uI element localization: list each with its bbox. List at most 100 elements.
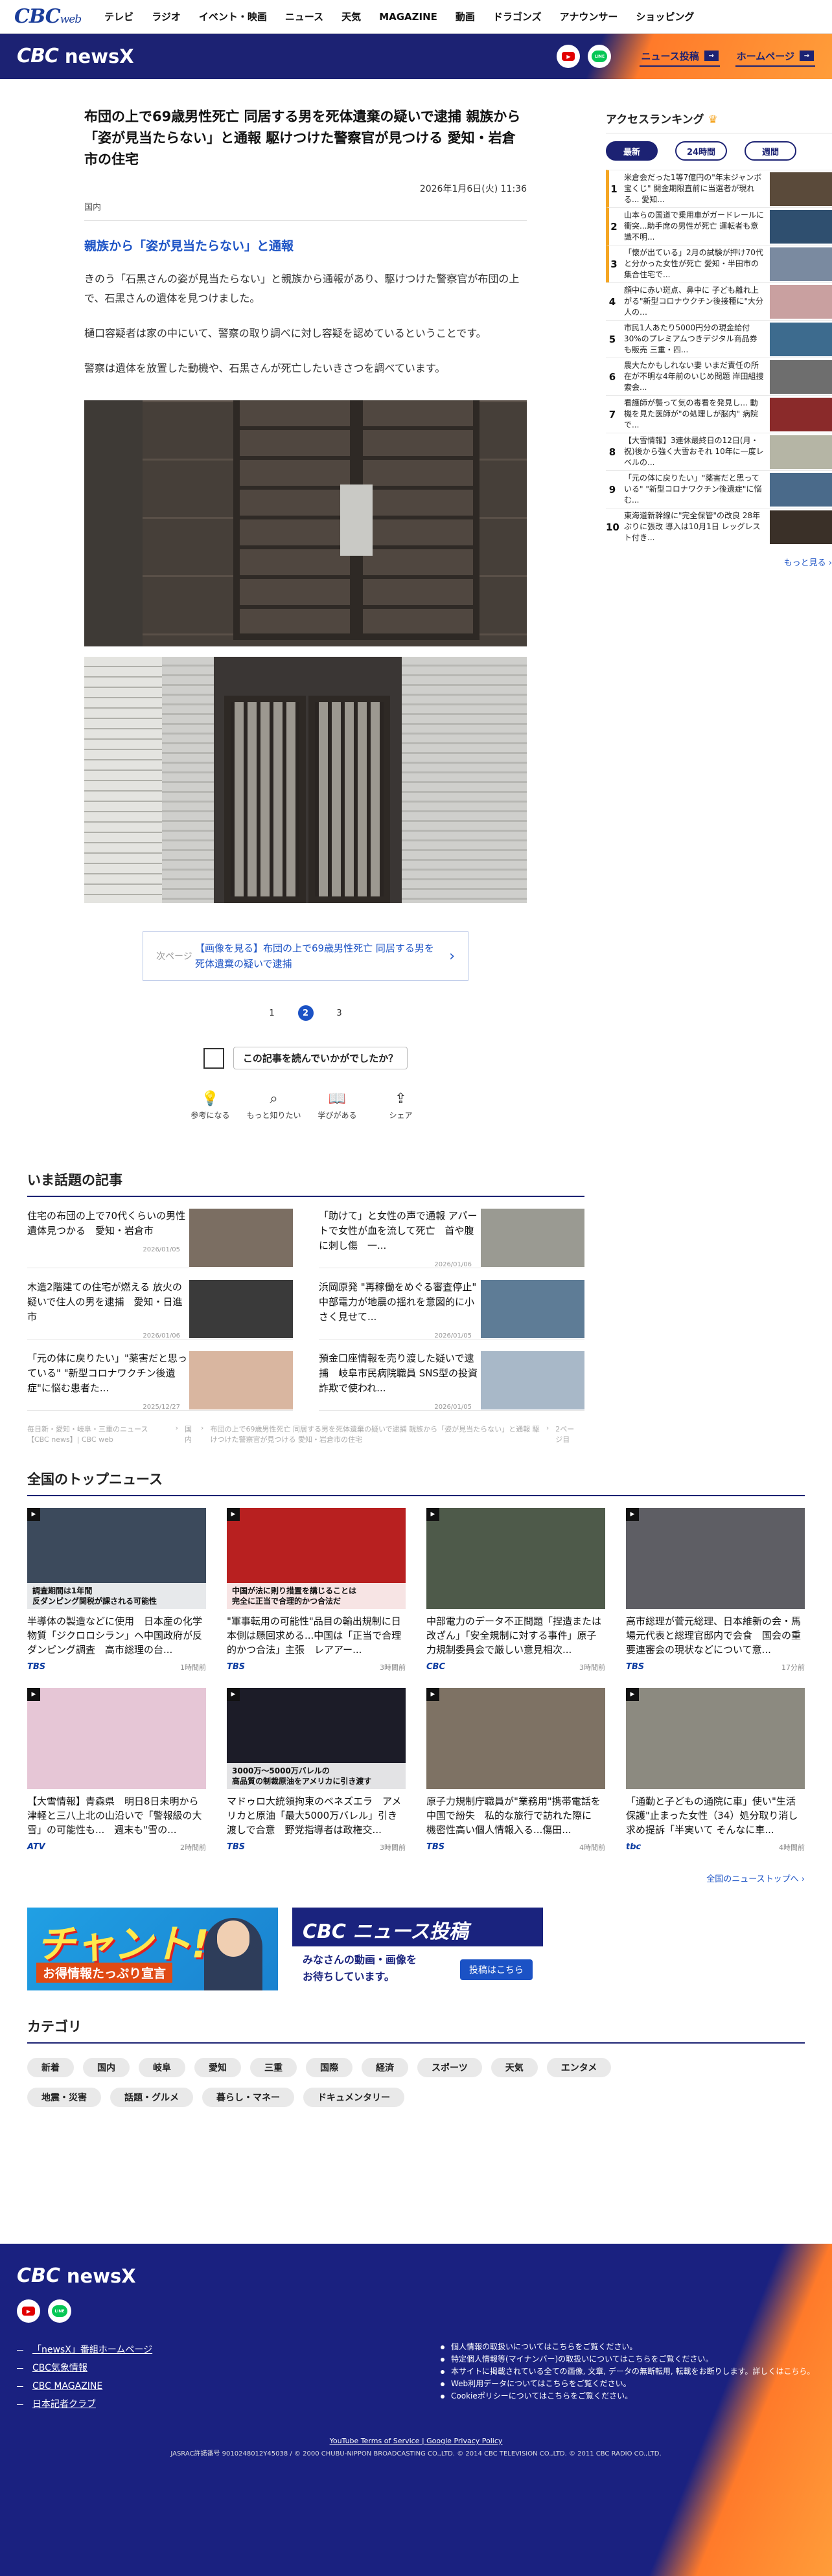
news-thumbnail: ▶ 3000万〜5000万バレルの 高品質の制裁原油をアメリカに引き渡す	[227, 1688, 406, 1789]
youtube-icon[interactable]: ▶	[17, 2299, 40, 2323]
news-post-banner[interactable]: CBC ニュース投稿 みなさんの動画・画像を お待ちしています。 投稿はこちら	[292, 1908, 543, 1990]
ranking-tab-latest[interactable]: 最新	[606, 141, 658, 161]
trending-article[interactable]: 預金口座情報を売り渡した疑いで逮捕 岐阜市民病院職員 SNS型の投資詐欺で使われ…	[319, 1339, 584, 1411]
ranking-item[interactable]: 3 「懐が出ている」2月の試験が押け70代と分かった女性が死亡 愛知・半田市の集合…	[606, 245, 832, 282]
nav-dragons[interactable]: ドラゴンズ	[493, 10, 542, 23]
footer-link[interactable]: CBC気象情報	[17, 2359, 152, 2377]
ranking-item[interactable]: 4 顔中に赤い斑点、鼻中に 子ども離れ上がる"新型コロナウクチン後接種に"大分人の…	[606, 282, 832, 320]
nav-video[interactable]: 動画	[456, 10, 475, 23]
trending-article[interactable]: 浜岡原発 "再稼働をめぐる審査停止" 中部電力が地震の揺れを意図的に小さく見せて…	[319, 1268, 584, 1339]
ranking-tab-weekly[interactable]: 週間	[745, 141, 796, 161]
footer-link[interactable]: 日本記者クラブ	[17, 2395, 152, 2413]
policy-link[interactable]: 本サイトに掲載されている全ての画像, 文章, データの無断転用, 転載をお断りし…	[441, 2365, 815, 2378]
ranking-item[interactable]: 8 【大雪情報】3連休最終日の12日(月・祝)後から強く大雪おそれ 10年に一度レ…	[606, 433, 832, 470]
category-chip[interactable]: スポーツ	[417, 2058, 482, 2077]
page-link[interactable]: 3	[332, 1005, 347, 1021]
policy-link[interactable]: Cookieポリシーについてはこちらをご覧ください。	[441, 2390, 815, 2402]
ranking-item[interactable]: 7 看護師が襲って気の毒看を発見し... 動機を見た医師が"の処理しが脳内" 病院…	[606, 395, 832, 433]
ranking-tab-24h[interactable]: 24時間	[675, 141, 727, 161]
reaction-helpful-button[interactable]: 💡 参考になる	[179, 1088, 242, 1121]
policy-link[interactable]: 特定個人情報等(マイナンバー)の取扱いについてはこちらをご覧ください。	[441, 2353, 815, 2365]
thumbnail-caption: 中国が法に則り措置を講じることは 完全に正当で合理的かつ合法だ	[227, 1583, 406, 1609]
news-title: 原子力規制庁職員が"業務用"携帯電話を中国で紛失 私的な旅行で訪れた際に 機密性…	[426, 1795, 602, 1836]
news-title: 半導体の製造などに使用 日本産の化学物質「ジクロロシラン」へ中国政府が反ダンピン…	[27, 1615, 203, 1656]
article-category[interactable]: 国内	[84, 200, 527, 221]
category-chip[interactable]: 愛知	[194, 2058, 241, 2077]
footer-link[interactable]: 「newsX」番組ホームページ	[17, 2341, 152, 2359]
ranking-thumbnail	[770, 247, 832, 281]
ranking-thumbnail	[770, 172, 832, 206]
category-chip[interactable]: エンタメ	[546, 2058, 612, 2077]
cbc-web-logo[interactable]: CBCweb	[14, 5, 82, 28]
share-button[interactable]: ⇪ シェア	[369, 1088, 433, 1121]
category-chip[interactable]: 新着	[27, 2058, 74, 2077]
line-icon[interactable]: LINE	[48, 2299, 71, 2323]
category-chip[interactable]: 国内	[83, 2058, 130, 2077]
category-chip[interactable]: 岐阜	[139, 2058, 185, 2077]
category-chip[interactable]: 天気	[491, 2058, 538, 2077]
category-chip[interactable]: ドキュメンタリー	[303, 2088, 404, 2107]
national-news-card[interactable]: ▶ 原子力規制庁職員が"業務用"携帯電話を中国で紛失 私的な旅行で訪れた際に 機密…	[426, 1688, 605, 1852]
category-chip[interactable]: 国際	[306, 2058, 352, 2077]
policy-link[interactable]: Web利用データについてはこちらをご覧ください。	[441, 2378, 815, 2390]
category-chip[interactable]: 暮らし・マネー	[202, 2088, 294, 2107]
news-post-button[interactable]: ニュース投稿 →	[640, 47, 720, 67]
nav-tv[interactable]: テレビ	[104, 10, 133, 23]
nav-announcer[interactable]: アナウンサー	[560, 10, 618, 23]
national-news-card[interactable]: ▶ 高市総理が菅元総理、日本維新の会・馬場元代表と総理官邸内で会食 国会の重要連審…	[626, 1508, 805, 1672]
nav-magazine[interactable]: MAGAZINE	[379, 11, 437, 23]
youtube-icon[interactable]: ▶	[557, 45, 581, 68]
national-news-card[interactable]: ▶ 【大雪情報】青森県 明日8日未明から津軽と三八上北の山沿いで「警報級の大雪」の…	[27, 1688, 206, 1852]
trending-article[interactable]: 「助けて」と女性の声で通報 アパートで女性が血を流して死亡 首や腹に刺し傷 一.…	[319, 1197, 584, 1268]
ranking-thumbnail	[770, 472, 832, 507]
ranking-number: 7	[608, 408, 616, 420]
ranking-item[interactable]: 5 市民1人あたり5000円分の現金給付30%のプレミアムつきデジタル商品券も販売…	[606, 320, 832, 358]
national-news-card[interactable]: ▶ 中国が法に則り措置を講じることは 完全に正当で合理的かつ合法だ "軍事転用の可能…	[227, 1508, 406, 1672]
nav-shopping[interactable]: ショッピング	[636, 10, 694, 23]
nav-weather[interactable]: 天気	[341, 10, 361, 23]
ranking-more-link[interactable]: もっと見る ›	[606, 556, 832, 568]
nav-news[interactable]: ニュース	[285, 10, 323, 23]
trending-article[interactable]: 住宅の布団の上で70代くらいの男性遺体見つかる 愛知・岩倉市 2026/01/05	[27, 1197, 293, 1268]
reaction-learn-button[interactable]: 📖 学びがある	[306, 1088, 369, 1121]
ranking-item[interactable]: 6 農大たかもしれない妻 いまだ責任の所在が不明な4年前のいじめ問題 岸田組捜索会…	[606, 358, 832, 395]
line-icon[interactable]: LINE	[588, 45, 612, 68]
category-chip[interactable]: 経済	[362, 2058, 408, 2077]
article-photo-entrance[interactable]	[84, 657, 527, 903]
chant-banner[interactable]: チャント! お得情報たっぷり宣言	[27, 1908, 278, 1990]
article-paragraph: 警察は遺体を放置した動機や、石黒さんが死亡したいきさつを調べています。	[84, 362, 446, 374]
homepage-button[interactable]: ホームページ →	[735, 47, 815, 67]
category-chip[interactable]: 話題・グルメ	[110, 2088, 193, 2107]
reaction-more-button[interactable]: ⌕ もっと知りたい	[242, 1088, 306, 1121]
ranking-title: 農大たかもしれない妻 いまだ責任の所在が不明な4年前のいじめ問題 岸田組捜索会.…	[624, 361, 764, 392]
footer-logo[interactable]: CBC newsX	[17, 2264, 136, 2287]
footer-link[interactable]: CBC MAGAZINE	[17, 2377, 152, 2395]
national-news-card[interactable]: ▶ 調査期間は1年間 反ダンピング関税が課される可能性 半導体の製造などに使用 日本…	[27, 1508, 206, 1672]
category-chip[interactable]: 地震・災害	[27, 2088, 101, 2107]
policy-link[interactable]: 個人情報の取扱いについてはこちらをご覧ください。	[441, 2341, 815, 2353]
ranking-item[interactable]: 1 米倉会だった1等7億円の"年末ジャンボ宝くじ" 開金期限直前に当選者が現れる.…	[606, 170, 832, 207]
next-page-link[interactable]: 次ページ 【画像を見る】布団の上で69歳男性死亡 同居する男を死体遺棄の疑いで逮…	[143, 931, 468, 981]
national-news-card[interactable]: ▶ 「通勤と子どもの通院に車」使い"生活保護"止まった女性（34）処分取り消し求め…	[626, 1688, 805, 1852]
national-news-card[interactable]: ▶ 3000万〜5000万バレルの 高品質の制裁原油をアメリカに引き渡す マドゥロ大…	[227, 1688, 406, 1852]
ranking-item[interactable]: 2 山本らの国道で乗用車がガードレールに衝突...助手席の男性が死亡 運転者も意識…	[606, 207, 832, 245]
trending-article[interactable]: 木造2階建ての住宅が燃える 放火の疑いで住人の男を逮捕 愛知・日進市 2026/0…	[27, 1268, 293, 1339]
ranking-item[interactable]: 10 東海道新幹線に"完全保管"の改良 28年ぶりに張改 導入は10月1日 レッグ…	[606, 508, 832, 545]
arrow-right-icon: →	[704, 51, 719, 61]
nav-radio[interactable]: ラジオ	[152, 10, 181, 23]
nav-events[interactable]: イベント・映画	[199, 10, 267, 23]
all-news-link[interactable]: 全国のニューストップへ ›	[27, 1872, 805, 1884]
ranking-item[interactable]: 9 「元の体に戻りたい」"薬害だと思っている" "新型コロナワクチン後遺症"に悩む…	[606, 470, 832, 508]
youtube-terms-link[interactable]: YouTube Terms of Service	[330, 2437, 420, 2445]
source-logo: TBS	[227, 1662, 246, 1672]
page-link[interactable]: 1	[264, 1005, 280, 1021]
national-news-card[interactable]: ▶ 中部電力のデータ不正問題「捏造または改ざん」「安全規制に対する事件」原子力規制…	[426, 1508, 605, 1672]
source-logo: ATV	[27, 1842, 45, 1852]
trending-article[interactable]: 「元の体に戻りたい」"薬害だと思っている" "新型コロナワクチン後遺症"に悩む患…	[27, 1339, 293, 1411]
crown-icon: ♛	[708, 113, 718, 126]
category-chip[interactable]: 三重	[250, 2058, 297, 2077]
feedback-prompt: この記事を読んでいかがでしたか？	[84, 1047, 527, 1069]
google-privacy-link[interactable]: Google Privacy Policy	[426, 2437, 502, 2445]
article-photo-door[interactable]	[84, 400, 527, 646]
newsx-logo[interactable]: CBC newsX	[17, 45, 134, 67]
